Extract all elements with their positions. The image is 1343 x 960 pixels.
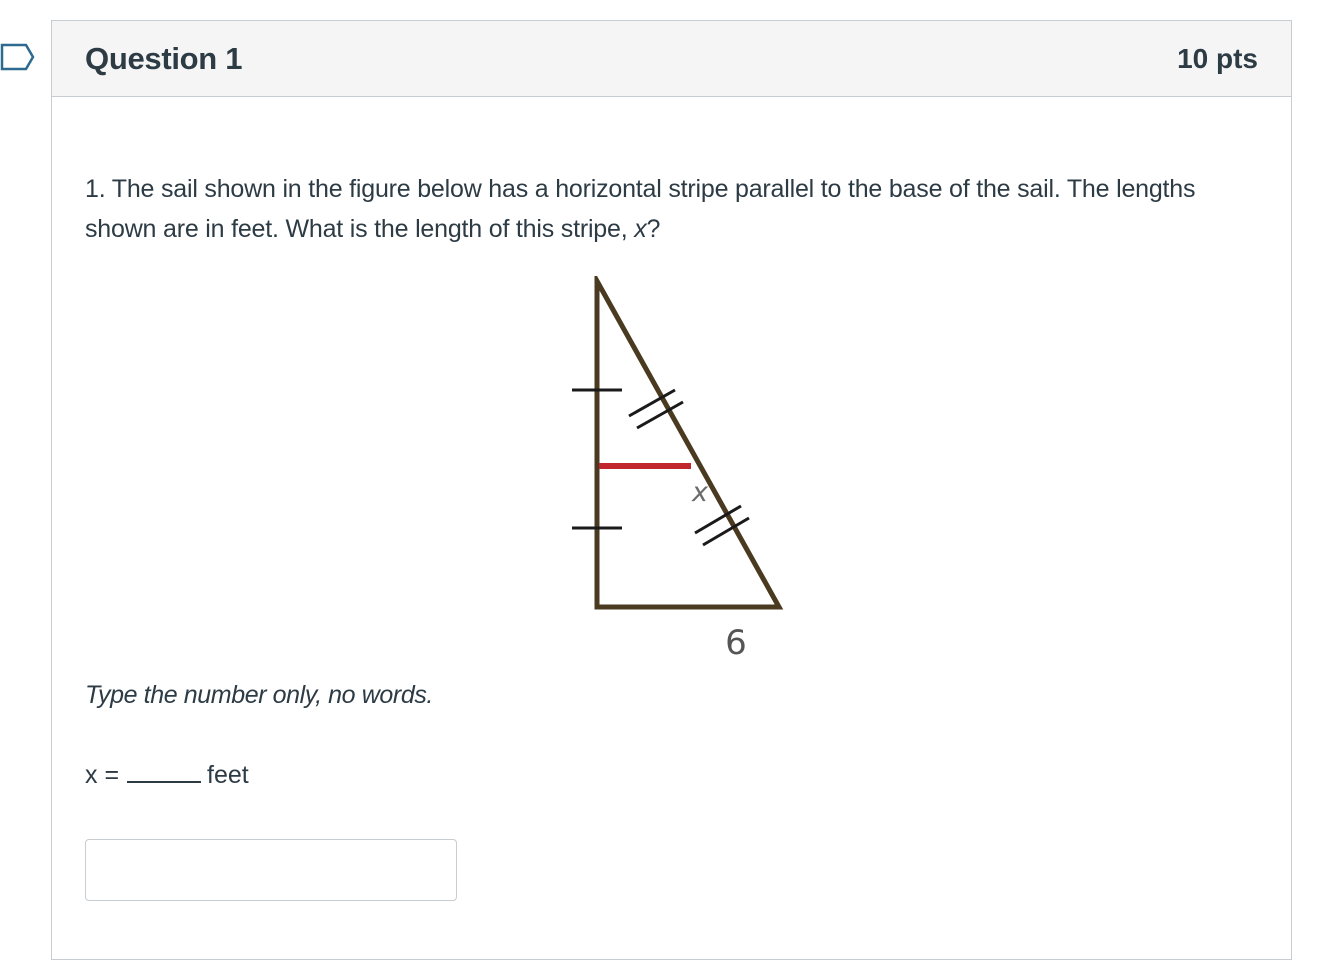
question-title: Question 1	[85, 40, 243, 76]
stripe-label: x	[691, 477, 709, 508]
sail-figure: x 6	[572, 276, 784, 663]
question-text: 1. The sail shown in the figure below ha…	[85, 169, 1265, 249]
answer-prompt: x = feet	[85, 761, 249, 790]
question-flag-icon[interactable]	[0, 42, 36, 72]
instruction-text: Type the number only, no words.	[85, 681, 433, 709]
question-header: Question 1 10 pts	[52, 21, 1291, 97]
answer-input[interactable]	[85, 839, 457, 901]
question-card: Question 1 10 pts 1. The sail shown in t…	[51, 20, 1292, 960]
base-label: 6	[725, 623, 747, 663]
question-text-part2: ?	[646, 215, 661, 243]
question-points: 10 pts	[1177, 42, 1258, 74]
answer-prefix: x =	[85, 761, 120, 789]
sail-triangle	[594, 276, 784, 610]
answer-unit: feet	[207, 761, 249, 789]
question-text-variable: x	[634, 215, 647, 243]
answer-blank-line	[127, 763, 202, 783]
